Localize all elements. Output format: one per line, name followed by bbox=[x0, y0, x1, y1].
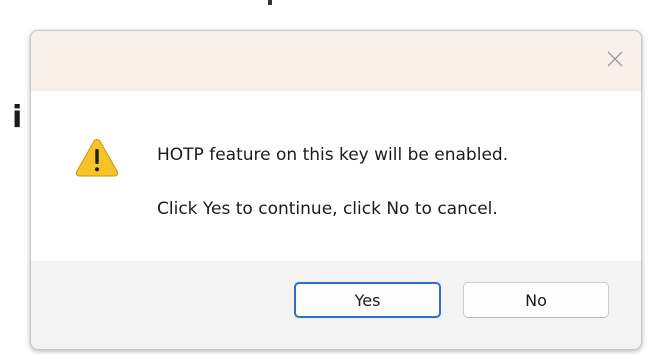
warning-icon bbox=[75, 138, 119, 177]
dialog-titlebar bbox=[31, 31, 641, 91]
yes-button[interactable]: Yes bbox=[294, 282, 441, 318]
background-mark bbox=[268, 0, 272, 5]
close-icon bbox=[607, 51, 623, 67]
message-line-2: Click Yes to continue, click No to cance… bbox=[157, 199, 498, 219]
message-line-1: HOTP feature on this key will be enabled… bbox=[157, 145, 509, 165]
dialog-footer: Yes No bbox=[31, 261, 641, 349]
close-button[interactable] bbox=[599, 43, 631, 75]
no-button[interactable]: No bbox=[463, 282, 609, 318]
dialog-content: HOTP feature on this key will be enabled… bbox=[31, 91, 641, 261]
confirmation-dialog: HOTP feature on this key will be enabled… bbox=[30, 30, 642, 350]
background-text: i bbox=[12, 100, 23, 135]
